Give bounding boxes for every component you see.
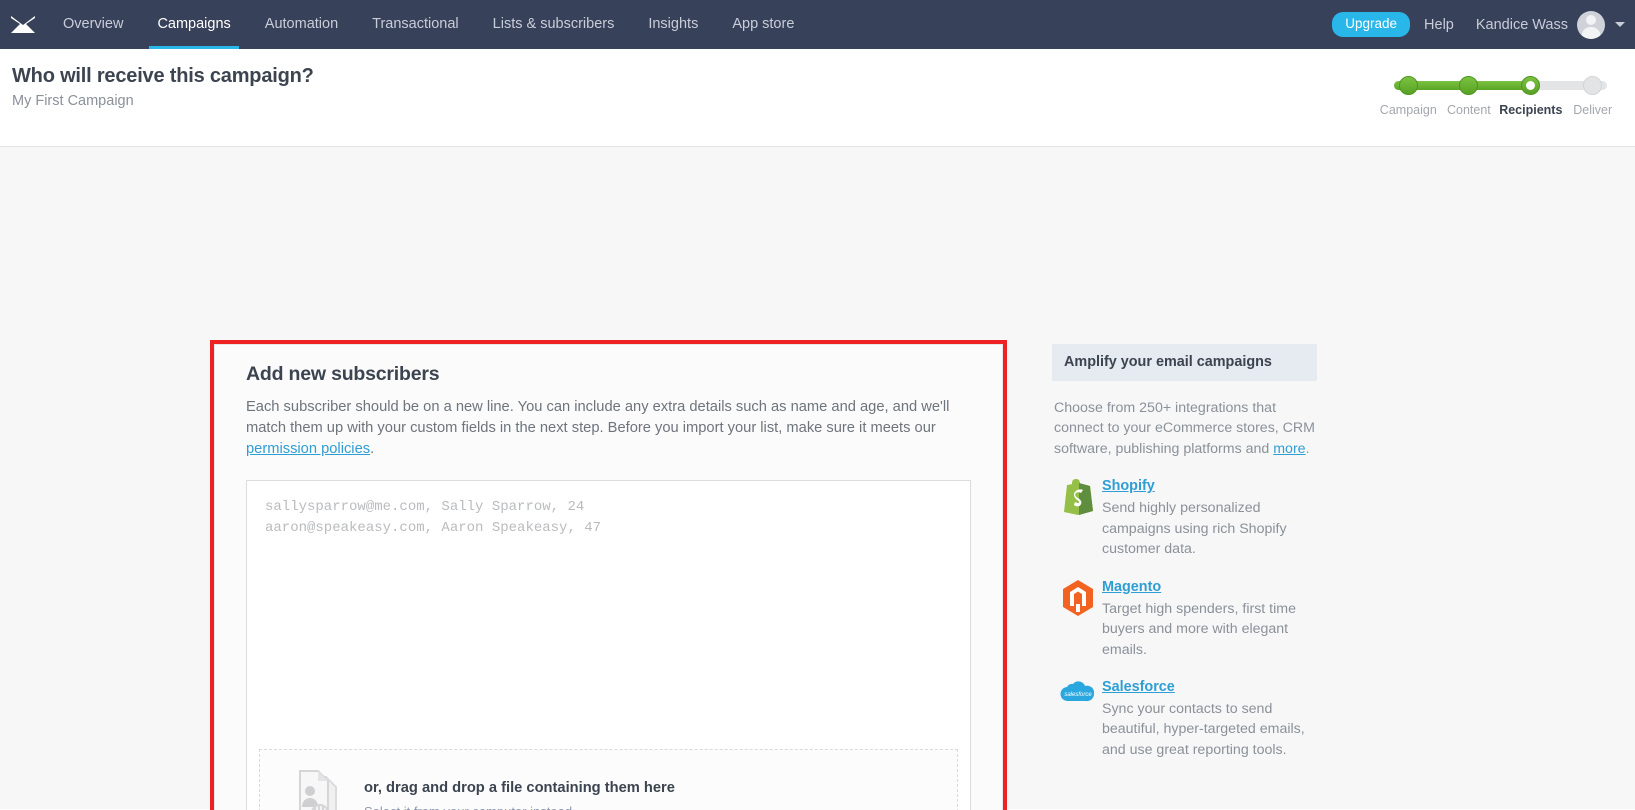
salesforce-icon: salesforce [1060, 681, 1095, 702]
page-title: Who will receive this campaign? [12, 65, 314, 87]
subscribers-input-shell: or, drag and drop a file containing them… [246, 479, 971, 810]
sidebar-description: Choose from 250+ integrations that conne… [1052, 398, 1317, 459]
file-contacts-icon [299, 770, 337, 810]
step-dot-campaign [1398, 76, 1418, 95]
step-dot-recipients [1521, 76, 1541, 95]
dropzone-icon-wrap [278, 767, 356, 810]
magento-icon [1063, 579, 1093, 616]
nav-item-insights[interactable]: Insights [631, 0, 715, 49]
shopify-link[interactable]: Shopify [1102, 478, 1155, 494]
sidebar-description-text-2: . [1305, 440, 1310, 457]
nav-item-overview[interactable]: Overview [46, 0, 140, 49]
nav-item-lists-subscribers[interactable]: Lists & subscribers [476, 0, 632, 49]
top-navigation-bar: Overview Campaigns Automation Transactio… [0, 0, 1635, 49]
add-subscribers-card: Add new subscribers Each subscriber shou… [214, 344, 1003, 810]
shopify-icon [1064, 479, 1093, 516]
step-label-recipients: Recipients [1499, 103, 1563, 117]
card-description-text-2: . [370, 440, 375, 457]
page-header: Who will receive this campaign? My First… [0, 49, 1635, 147]
subscribers-textarea[interactable] [247, 480, 970, 749]
shopify-body: Shopify Send highly personalized campaig… [1102, 477, 1315, 559]
shopify-icon-wrap [1054, 477, 1102, 559]
step-dot-deliver [1583, 76, 1603, 95]
main-nav-items: Overview Campaigns Automation Transactio… [46, 0, 811, 49]
card-description-text-1: Each subscriber should be on a new line.… [246, 399, 950, 436]
select-file-link[interactable]: Select it from your computer instead... [364, 804, 583, 810]
nav-right-group: Upgrade Help Kandice Wass [1332, 0, 1625, 49]
step-label-deliver: Deliver [1573, 103, 1613, 117]
progress-stepper: Campaign Content Recipients Deliver [1378, 69, 1623, 129]
magento-link[interactable]: Magento [1102, 579, 1161, 595]
step-campaign[interactable]: Campaign [1378, 69, 1439, 117]
salesforce-body: Salesforce Sync your contacts to send be… [1102, 678, 1315, 760]
salesforce-description: Sync your contacts to send beautiful, hy… [1102, 700, 1305, 758]
card-title: Add new subscribers [246, 363, 440, 385]
dropzone-title: or, drag and drop a file containing them… [364, 779, 675, 796]
integration-item-magento[interactable]: Magento Target high spenders, first time… [1052, 578, 1317, 660]
permission-policies-link[interactable]: permission policies [246, 441, 370, 457]
step-label-content: Content [1447, 103, 1491, 117]
nav-item-app-store[interactable]: App store [715, 0, 811, 49]
nav-item-transactional[interactable]: Transactional [355, 0, 476, 49]
step-dot-content [1459, 76, 1479, 95]
nav-item-automation[interactable]: Automation [248, 0, 355, 49]
user-avatar-icon[interactable] [1577, 10, 1605, 39]
file-dropzone[interactable]: or, drag and drop a file containing them… [259, 748, 958, 810]
magento-description: Target high spenders, first time buyers … [1102, 600, 1296, 658]
shopify-description: Send highly personalized campaigns using… [1102, 500, 1287, 558]
salesforce-link[interactable]: Salesforce [1102, 679, 1175, 695]
app-logo[interactable] [0, 0, 46, 49]
account-name[interactable]: Kandice Wass [1476, 17, 1568, 33]
integration-item-shopify[interactable]: Shopify Send highly personalized campaig… [1052, 477, 1317, 559]
more-integrations-link[interactable]: more [1273, 441, 1305, 457]
magento-body: Magento Target high spenders, first time… [1102, 578, 1315, 660]
campaign-name-subtitle: My First Campaign [12, 93, 134, 109]
integration-item-salesforce[interactable]: salesforce Salesforce Sync your contacts… [1052, 678, 1317, 760]
step-recipients[interactable]: Recipients [1499, 69, 1562, 117]
svg-text:salesforce: salesforce [1064, 692, 1092, 698]
step-deliver[interactable]: Deliver [1562, 69, 1623, 117]
envelope-icon [11, 16, 35, 33]
dropzone-text: or, drag and drop a file containing them… [364, 780, 675, 810]
help-link[interactable]: Help [1424, 17, 1454, 33]
step-label-campaign: Campaign [1379, 103, 1437, 117]
step-content[interactable]: Content [1439, 69, 1500, 117]
nav-item-campaigns[interactable]: Campaigns [140, 0, 247, 49]
chevron-down-icon[interactable] [1615, 22, 1625, 27]
integrations-sidebar: Amplify your email campaigns Choose from… [1052, 344, 1317, 760]
upgrade-button[interactable]: Upgrade [1332, 12, 1411, 37]
salesforce-icon-wrap: salesforce [1054, 678, 1102, 760]
sidebar-heading: Amplify your email campaigns [1052, 344, 1317, 381]
card-description: Each subscriber should be on a new line.… [246, 397, 971, 460]
magento-icon-wrap [1054, 578, 1102, 660]
page-body: Add new subscribers Each subscriber shou… [0, 147, 1635, 810]
